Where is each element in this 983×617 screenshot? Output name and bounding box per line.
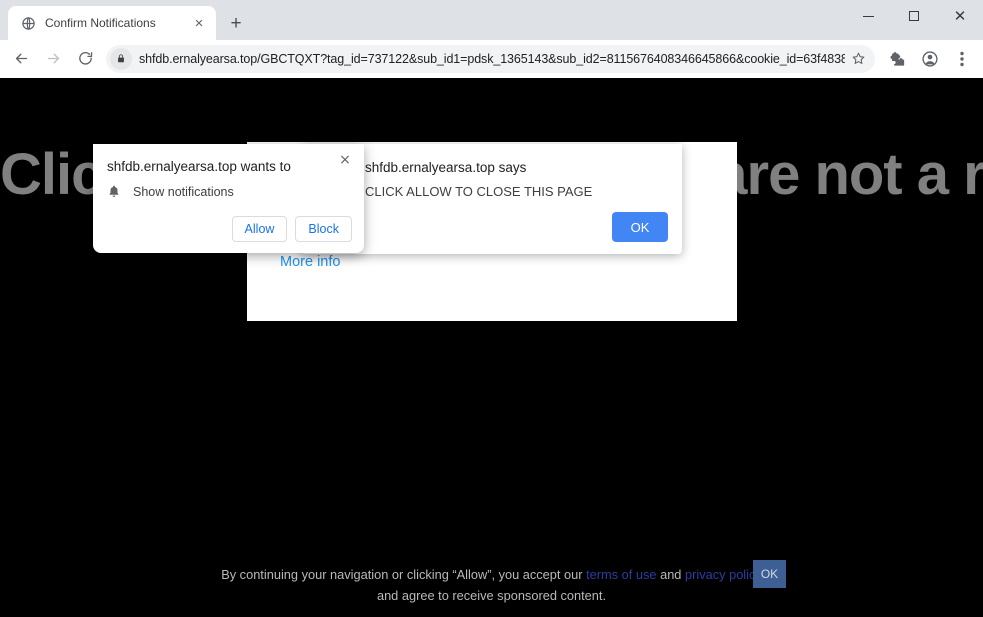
lock-icon[interactable] <box>110 48 132 70</box>
forward-icon[interactable] <box>38 44 68 74</box>
close-icon[interactable]: × <box>334 149 356 171</box>
browser-toolbar: shfdb.ernalyearsa.top/GBCTQXT?tag_id=737… <box>0 40 983 78</box>
tab-close-icon[interactable]: × <box>190 14 208 32</box>
consent-ok-button[interactable]: OK <box>753 560 786 588</box>
consent-text-after: and agree to receive sponsored content. <box>377 588 606 603</box>
permission-row: Show notifications <box>107 184 234 199</box>
permission-label: Show notifications <box>133 185 234 199</box>
privacy-policy-link[interactable]: privacy policy <box>685 567 762 582</box>
three-dot-menu-icon[interactable] <box>947 44 977 74</box>
globe-favicon-icon <box>20 15 36 31</box>
browser-tab[interactable]: Confirm Notifications × <box>8 6 216 40</box>
star-icon[interactable] <box>845 46 871 72</box>
more-info-link[interactable]: More info <box>280 254 340 270</box>
tab-title: Confirm Notifications <box>45 16 181 30</box>
allow-button[interactable]: Allow <box>232 216 288 242</box>
browser-window: Confirm Notifications × + ✕ <box>0 0 983 617</box>
back-icon[interactable] <box>6 44 36 74</box>
alert-origin-text: shfdb.ernalyearsa.top says <box>365 160 526 175</box>
puzzle-icon[interactable] <box>883 44 913 74</box>
tab-strip: Confirm Notifications × + ✕ <box>0 0 983 40</box>
url-text[interactable]: shfdb.ernalyearsa.top/GBCTQXT?tag_id=737… <box>139 52 845 66</box>
consent-bar: By continuing your navigation or clickin… <box>0 552 983 617</box>
maximize-button[interactable] <box>891 0 937 32</box>
consent-text: By continuing your navigation or clickin… <box>212 564 772 606</box>
address-bar[interactable]: shfdb.ernalyearsa.top/GBCTQXT?tag_id=737… <box>106 45 875 73</box>
terms-of-use-link[interactable]: terms of use <box>586 567 656 582</box>
window-controls: ✕ <box>845 0 983 32</box>
bell-icon <box>107 184 121 199</box>
new-tab-button[interactable]: + <box>222 9 250 37</box>
close-window-button[interactable]: ✕ <box>937 0 983 32</box>
minimize-button[interactable] <box>845 0 891 32</box>
alert-ok-button[interactable]: OK <box>612 212 668 242</box>
consent-text-middle: and <box>657 567 685 582</box>
alert-message-text: CLICK ALLOW TO CLOSE THIS PAGE <box>365 184 592 199</box>
permission-title: shfdb.ernalyearsa.top wants to <box>107 159 291 174</box>
block-button[interactable]: Block <box>295 216 352 242</box>
notification-permission-bubble: shfdb.ernalyearsa.top wants to × Show no… <box>93 144 364 253</box>
permission-actions: Allow Block <box>232 216 352 242</box>
reload-icon[interactable] <box>70 44 100 74</box>
account-icon[interactable] <box>915 44 945 74</box>
consent-text-before: By continuing your navigation or clickin… <box>221 567 586 582</box>
page-viewport: Click Allow to confirm you are not a rob… <box>0 78 983 617</box>
